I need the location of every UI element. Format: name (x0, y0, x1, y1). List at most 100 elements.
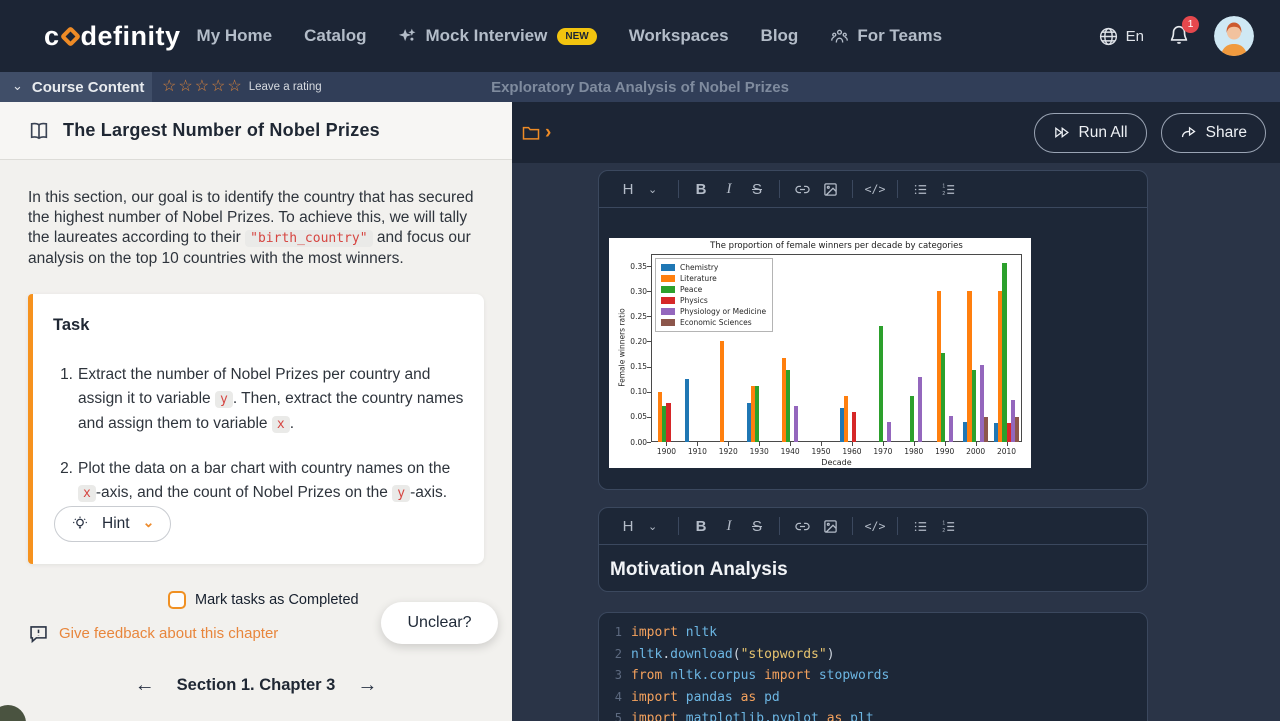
legend-label: Literature (680, 274, 717, 283)
hint-button[interactable]: Hint ⌄ (54, 506, 171, 542)
nav-item-blog[interactable]: Blog (761, 26, 799, 46)
course-subheader: Exploratory Data Analysis of Nobel Prize… (0, 72, 1280, 102)
heading-icon[interactable]: H (614, 177, 642, 201)
nav-item-catalog[interactable]: Catalog (304, 26, 366, 46)
bullet-list-icon[interactable] (906, 177, 934, 201)
bullet-list-icon[interactable] (906, 514, 934, 538)
nav-item-label: For Teams (857, 26, 942, 46)
bar-peace-1940 (786, 370, 790, 442)
code-cell: 1import nltk2nltk.download("stopwords")3… (598, 612, 1148, 721)
inline-code: x (272, 416, 290, 433)
chart-x-tick: 1960 (837, 447, 867, 456)
rating-star-icon[interactable]: ☆ (211, 79, 225, 95)
notebook-scroll-area[interactable]: H⌄BIS</>12 The proportion of female winn… (512, 163, 1280, 721)
line-number: 1 (609, 622, 622, 644)
image-icon[interactable] (816, 514, 844, 538)
ordered-list-icon[interactable]: 12 (934, 514, 962, 538)
run-all-label: Run All (1079, 124, 1128, 142)
chart-y-tick: 0.25 (617, 312, 647, 321)
text-segment: -axis. (410, 484, 447, 501)
chart-x-tick: 1910 (682, 447, 712, 456)
chart-x-tickmark (697, 442, 698, 446)
toolbar-divider (852, 517, 853, 535)
lesson-header: The Largest Number of Nobel Prizes (0, 102, 512, 160)
nav-item-mock-interview[interactable]: Mock InterviewNEW (398, 26, 596, 46)
inline-code: y (392, 485, 410, 502)
code-icon[interactable]: </> (861, 177, 889, 201)
chevron-down-icon[interactable]: ⌄ (642, 514, 670, 538)
mark-completed-row: Mark tasks as Completed (168, 591, 359, 609)
link-icon[interactable] (788, 177, 816, 201)
markdown-heading[interactable]: Motivation Analysis (599, 545, 1147, 581)
markdown-toolbar: H⌄ BIS </> 12 (599, 508, 1147, 545)
notifications-button[interactable]: 1 (1168, 23, 1190, 50)
markdown-cell-heading: H⌄ BIS </> 12 Motivation Analysis (598, 507, 1148, 592)
strikethrough-icon[interactable]: S (743, 177, 771, 201)
code-text: from nltk.corpus import stopwords (631, 665, 889, 687)
chart-y-tickmark (647, 367, 651, 368)
chart-x-tickmark (945, 442, 946, 446)
rating-star-icon[interactable]: ☆ (162, 79, 176, 95)
ordered-list-icon[interactable]: 12 (934, 177, 962, 201)
chart-y-tickmark (647, 417, 651, 418)
bar-physics-1960 (852, 412, 856, 442)
code-editor[interactable]: 1import nltk2nltk.download("stopwords")3… (599, 613, 1147, 721)
rating-star-icon[interactable]: ☆ (227, 79, 241, 95)
toolbar-divider (779, 180, 780, 198)
codefinity-logo[interactable]: c definity (44, 21, 181, 52)
share-button[interactable]: Share (1161, 113, 1266, 153)
bar-literature-1920 (720, 341, 724, 442)
lesson-intro: In this section, our goal is to identify… (28, 188, 486, 269)
avatar[interactable] (1214, 16, 1254, 56)
chapter-navigation: ← Section 1. Chapter 3 → (0, 674, 512, 697)
logo-diamond-icon (59, 25, 80, 46)
mark-completed-label: Mark tasks as Completed (195, 592, 359, 608)
bold-icon[interactable]: B (687, 514, 715, 538)
link-icon[interactable] (788, 514, 816, 538)
chart-y-tickmark (647, 266, 651, 267)
chart-y-tickmark (647, 392, 651, 393)
image-icon[interactable] (816, 177, 844, 201)
chart-x-tickmark (914, 442, 915, 446)
run-all-button[interactable]: Run All (1034, 113, 1147, 153)
rating-star-icon[interactable]: ☆ (178, 79, 192, 95)
file-tree-toggle[interactable]: › (521, 123, 551, 143)
chart-x-tick: 1990 (930, 447, 960, 456)
rating-star-icon[interactable]: ☆ (195, 79, 209, 95)
language-selector[interactable]: En (1098, 26, 1144, 47)
nav-item-for-teams[interactable]: For Teams (830, 26, 942, 46)
bar-physiology-or-medicine-1970 (887, 422, 891, 442)
unclear-button[interactable]: Unclear? (381, 602, 498, 644)
feedback-link-row[interactable]: Give feedback about this chapter (28, 623, 278, 644)
legend-label: Peace (680, 285, 702, 294)
previous-chapter-arrow-icon[interactable]: ← (135, 674, 155, 697)
heading-icon[interactable]: H (614, 514, 642, 538)
bar-physics-1900 (666, 403, 670, 442)
notebook-actions: Run All Share (1034, 113, 1267, 153)
italic-icon[interactable]: I (715, 514, 743, 538)
mark-completed-checkbox[interactable] (168, 591, 186, 609)
chart-x-tick: 2010 (992, 447, 1022, 456)
nav-item-workspaces[interactable]: Workspaces (629, 26, 729, 46)
main-nav: My Home Catalog Mock InterviewNEW Workspace… (197, 26, 943, 46)
legend-label: Economic Sciences (680, 318, 752, 327)
code-line: 3from nltk.corpus import stopwords (609, 665, 1135, 687)
next-chapter-arrow-icon[interactable]: → (357, 674, 377, 697)
chart-y-tickmark (647, 341, 651, 342)
nav-item-label: Blog (761, 26, 799, 46)
nav-item-label: Catalog (304, 26, 366, 46)
italic-icon[interactable]: I (715, 177, 743, 201)
chevron-down-icon: ⌄ (12, 79, 23, 92)
chevron-down-icon[interactable]: ⌄ (642, 177, 670, 201)
chart-x-axis-label: Decade (651, 458, 1022, 467)
bold-icon[interactable]: B (687, 177, 715, 201)
strikethrough-icon[interactable]: S (743, 514, 771, 538)
course-content-toggle[interactable]: ⌄ Course Content (0, 72, 152, 102)
codefinity-app: c definity My Home Catalog Mock InterviewN… (0, 0, 1280, 721)
code-icon[interactable]: </> (861, 514, 889, 538)
chart-x-tickmark (790, 442, 791, 446)
rating-stars[interactable]: ☆☆☆☆☆ (162, 79, 242, 95)
chat-widget-peek[interactable] (0, 705, 26, 721)
nav-item-my-home[interactable]: My Home (197, 26, 273, 46)
toolbar-divider (779, 517, 780, 535)
